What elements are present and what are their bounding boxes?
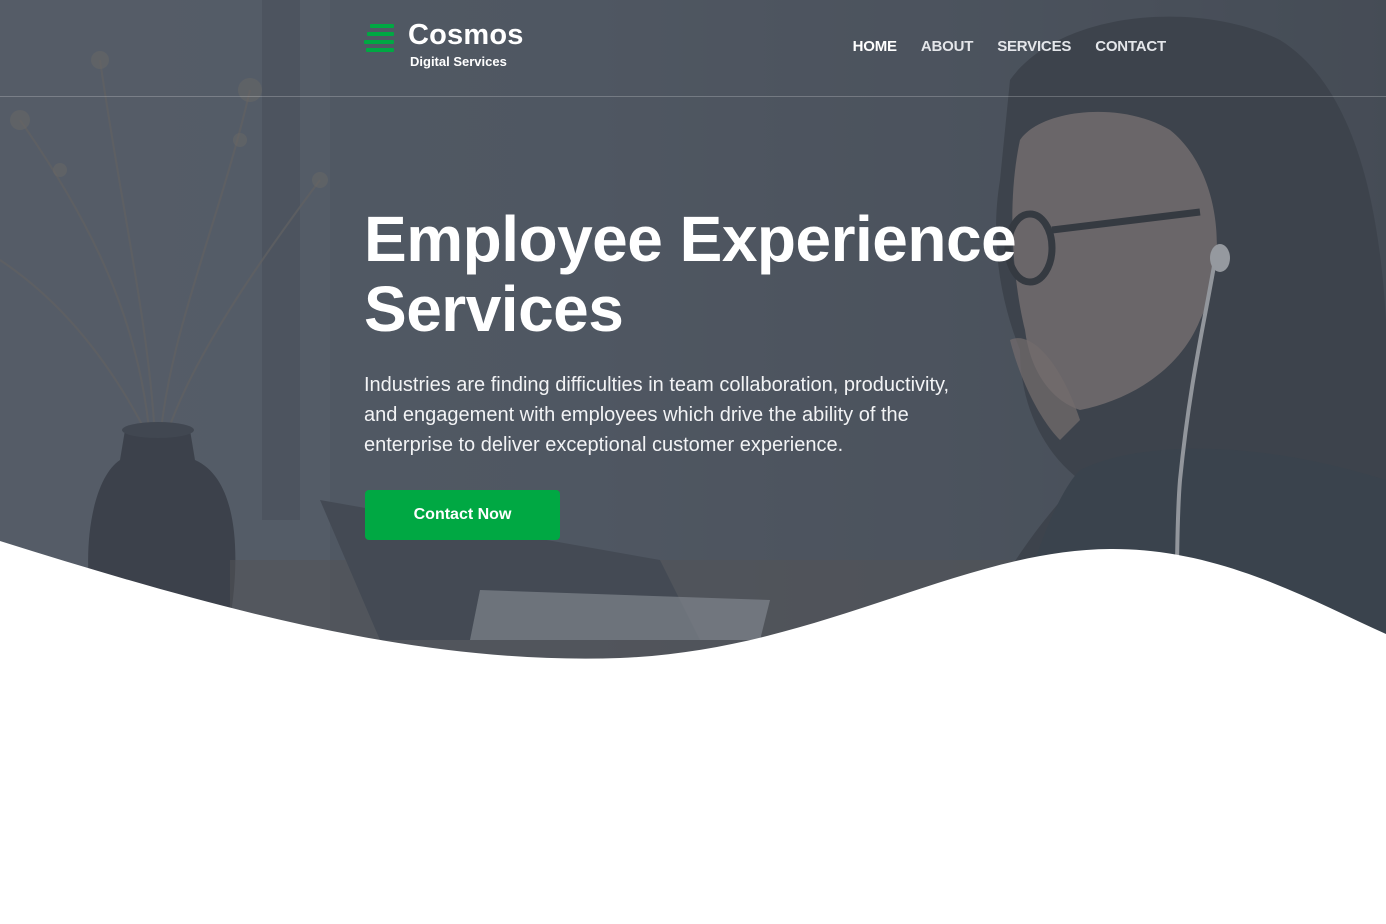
wave-divider	[0, 541, 1386, 924]
landing-page: Cosmos Digital Services HOME ABOUT SERVI…	[0, 0, 1386, 924]
